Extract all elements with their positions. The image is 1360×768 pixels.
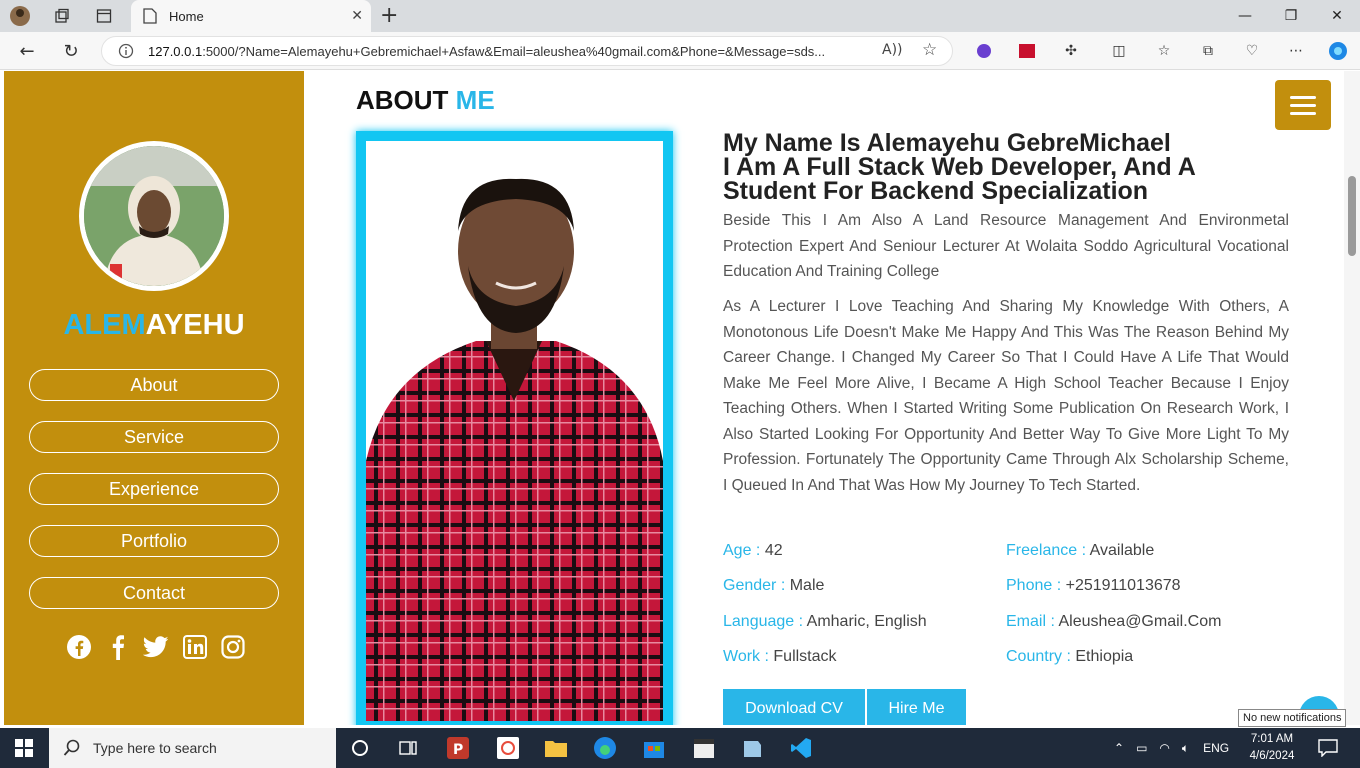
performance-icon[interactable]: ♡ [1240,40,1264,62]
volume-icon[interactable]: 🔈︎ [1182,741,1189,756]
twitter-icon[interactable] [143,634,169,660]
portrait-photo [366,141,663,721]
career-paragraph: As A Lecturer I Love Teaching And Sharin… [723,298,1289,494]
favorite-star-icon[interactable]: ☆ [922,40,937,60]
favorites-icon[interactable]: ☆ [1152,40,1176,62]
collections-icon[interactable]: ⧉ [1196,40,1220,62]
nav-experience-button[interactable]: Experience [29,473,279,505]
refresh-icon[interactable]: ↻ [58,39,84,63]
extension-red-icon[interactable] [1015,40,1039,62]
nav-about-button[interactable]: About [29,369,279,401]
tab-actions-icon[interactable] [90,4,118,28]
menu-toggle-button[interactable] [1275,80,1331,130]
info-work: Work : Fullstack [723,648,837,665]
task-view-icon[interactable] [396,736,420,760]
facebook-f-icon[interactable] [105,634,131,660]
info-language: Language : Amharic, English [723,613,927,630]
tab-close-icon[interactable]: ✕ [351,8,363,24]
info-age: Age : 42 [723,542,783,559]
page-scrollbar[interactable] [1344,71,1360,725]
new-tab-icon[interactable]: + [380,3,398,28]
clapper-app-icon[interactable] [692,736,716,760]
info-email: Email : Aleushea@Gmail.Com [1006,613,1222,630]
language-indicator[interactable]: ENG [1203,741,1229,755]
taskbar-clock[interactable]: 7:01 AM 4/6/2024 [1243,731,1301,765]
wifi-icon[interactable]: ◠ [1159,741,1169,755]
vscode-icon[interactable] [789,736,813,760]
store-icon[interactable] [642,736,666,760]
notification-center-icon[interactable] [1316,736,1340,760]
info-phone: Phone : +251911013678 [1006,577,1181,594]
info-gender: Gender : Male [723,577,825,594]
file-explorer-icon[interactable] [544,736,568,760]
sidebar: ALEMAYEHU About Service Experience Portf… [4,71,304,725]
tab-title: Home [169,8,204,24]
instagram-icon[interactable] [220,634,246,660]
minimize-icon[interactable]: — [1225,4,1265,28]
notepad-app-icon[interactable] [740,736,764,760]
about-section: ABOUT ME My Name Is Alemayehu GebreMicha… [304,71,1344,725]
web-page: ALEMAYEHU About Service Experience Portf… [0,71,1360,725]
app-p-icon[interactable]: P [446,736,470,760]
profile-icon [10,6,30,26]
restore-icon[interactable]: ❐ [1271,4,1311,28]
nav-portfolio-button[interactable]: Portfolio [29,525,279,557]
scrollbar-thumb[interactable] [1348,176,1356,256]
browser-tab-home[interactable]: Home ✕ [131,0,371,32]
brand-name: ALEMAYEHU [63,309,245,341]
hire-me-button[interactable]: Hire Me [867,689,966,725]
chevron-up-icon[interactable]: ⌃ [1114,741,1124,755]
workspaces-icon[interactable] [48,4,76,28]
system-tray: ⌃ ▭ ◠ 🔈︎ ENG [1114,728,1229,768]
hamburger-icon [1290,95,1316,99]
portrait-frame [356,131,673,725]
intro-heading: My Name Is Alemayehu GebreMichael I Am A… [723,129,1196,205]
section-title: ABOUT ME [356,85,495,115]
svg-text:P: P [453,742,463,758]
read-aloud-icon[interactable]: A)) [882,42,903,58]
windows-taskbar: Type here to search P ⌃ ▭ ◠ 🔈︎ ENG 7:01 … [0,728,1360,768]
extension-purple-icon[interactable] [972,40,996,62]
taskbar-search[interactable]: Type here to search [49,728,336,768]
social-links [66,633,246,661]
url-text: 127.0.0.1:5000/?Name=Alemayehu+Gebremich… [148,43,826,59]
cortana-icon[interactable] [348,736,372,760]
app-snip-icon[interactable] [496,736,520,760]
notification-tooltip: No new notifications [1238,709,1347,727]
more-menu-icon[interactable]: ⋯ [1284,40,1308,62]
facebook-icon[interactable] [66,634,92,660]
network-icon[interactable]: ▭ [1136,741,1147,755]
windows-start-icon[interactable] [12,736,36,760]
edge-browser-icon[interactable] [593,736,617,760]
intro-paragraph: Beside This I Am Also A Land Resource Ma… [723,212,1289,280]
info-freelance: Freelance : Available [1006,542,1155,559]
profile-photo [79,141,229,291]
info-icon[interactable] [118,43,134,59]
page-icon [143,8,157,24]
nav-service-button[interactable]: Service [29,421,279,453]
copilot-icon[interactable] [1326,40,1350,62]
address-toolbar: ← ↻ 127.0.0.1:5000/?Name=Alemayehu+Gebre… [0,32,1360,70]
search-icon [63,739,80,756]
profile-avatar[interactable] [6,4,34,28]
download-cv-button[interactable]: Download CV [723,689,865,725]
split-screen-icon[interactable]: ◫ [1107,40,1131,62]
close-window-icon[interactable]: ✕ [1317,4,1357,28]
search-placeholder: Type here to search [93,740,217,756]
nav-contact-button[interactable]: Contact [29,577,279,609]
extensions-puzzle-icon[interactable]: ✣ [1059,40,1083,62]
back-icon[interactable]: ← [14,39,40,63]
browser-tabbar: Home ✕ + — ❐ ✕ [0,0,1360,32]
info-country: Country : Ethiopia [1006,648,1134,665]
linkedin-icon[interactable] [182,634,208,660]
address-bar[interactable]: 127.0.0.1:5000/?Name=Alemayehu+Gebremich… [101,36,953,66]
